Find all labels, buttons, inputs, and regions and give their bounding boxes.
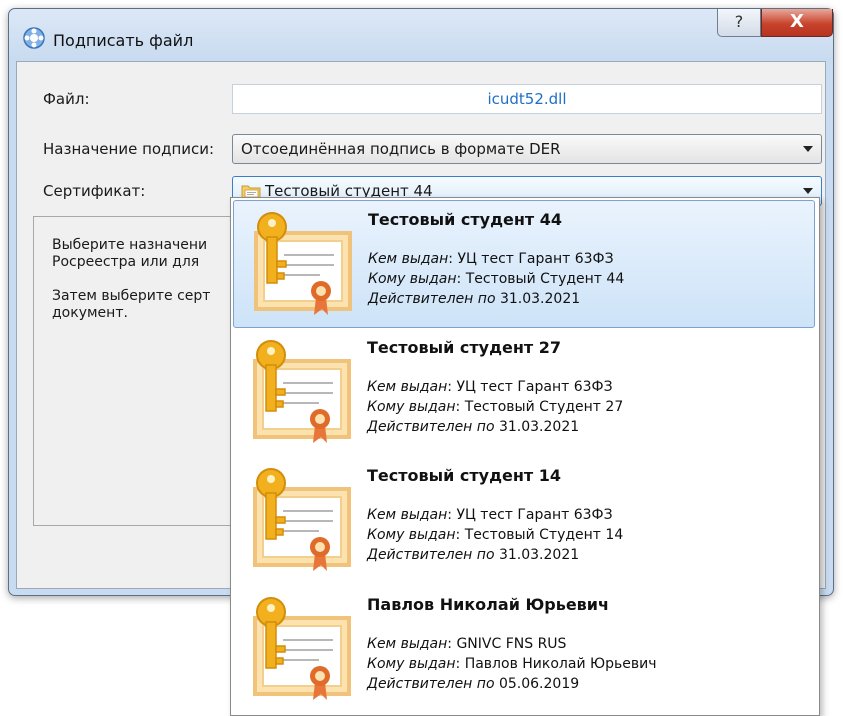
- certificate-issuer-line: Кем выдан: GNIVC FNS RUS: [367, 636, 567, 652]
- certificate-key-icon: [241, 596, 353, 704]
- info-text-line: документ.: [52, 305, 128, 321]
- certificate-option[interactable]: Тестовый студент 27 Кем выдан: УЦ тест Г…: [233, 329, 815, 457]
- purpose-label: Назначение подписи:: [43, 140, 215, 158]
- certificate-key-icon: [242, 211, 354, 319]
- purpose-select[interactable]: Отсоединённая подпись в формате DER: [232, 134, 822, 164]
- info-text-line: Росреестра или для: [52, 254, 200, 270]
- certificate-issuer-line: Кем выдан: УЦ тест Гарант 63ФЗ: [367, 507, 613, 523]
- certificate-dropdown-list[interactable]: Тестовый студент 44 Кем выдан: УЦ тест Г…: [230, 197, 820, 716]
- title-bar[interactable]: Подписать файл ? X: [9, 9, 833, 61]
- certificate-key-icon: [241, 339, 353, 447]
- certificate-owner-line: Кому выдан: Тестовый Студент 44: [368, 271, 625, 287]
- certificate-validity-line: Действителен по 31.03.2021: [367, 547, 580, 563]
- certificate-name: Тестовый студент 27: [367, 338, 562, 357]
- info-text-line: Затем выберите серт: [52, 288, 211, 304]
- certificate-option[interactable]: Павлов Николай Юрьевич Кем выдан: GNIVC …: [233, 586, 815, 714]
- certificate-key-icon: [241, 467, 353, 575]
- help-button[interactable]: ?: [717, 9, 761, 37]
- certificate-option[interactable]: Тестовый студент 14 Кем выдан: УЦ тест Г…: [233, 457, 815, 585]
- certificate-name: Павлов Николай Юрьевич: [367, 595, 609, 614]
- chevron-down-icon: [803, 146, 813, 152]
- info-text-line: Выберите назначени: [52, 237, 208, 253]
- window-title: Подписать файл: [53, 31, 194, 50]
- file-label: Файл:: [43, 90, 90, 108]
- certificate-issuer-line: Кем выдан: УЦ тест Гарант 63ФЗ: [368, 251, 614, 267]
- certificate-validity-line: Действителен по 05.06.2019: [367, 676, 580, 692]
- help-icon: ?: [734, 12, 744, 31]
- certificate-owner-line: Кому выдан: Тестовый Студент 27: [367, 399, 624, 415]
- certificate-owner-line: Кому выдан: Павлов Николай Юрьевич: [367, 656, 657, 672]
- close-icon: X: [790, 11, 804, 32]
- certificate-option[interactable]: Тестовый студент 44 Кем выдан: УЦ тест Г…: [233, 200, 815, 328]
- certificate-validity-line: Действителен по 31.03.2021: [368, 291, 581, 307]
- certificate-issuer-line: Кем выдан: УЦ тест Гарант 63ФЗ: [367, 379, 613, 395]
- certificate-name: Тестовый студент 44: [368, 210, 563, 229]
- certificate-name: Тестовый студент 14: [367, 466, 562, 485]
- certificate-label: Сертификат:: [43, 182, 146, 200]
- file-field[interactable]: icudt52.dll: [232, 84, 822, 114]
- certificate-owner-line: Кому выдан: Тестовый Студент 14: [367, 527, 624, 543]
- app-icon: [23, 27, 45, 49]
- purpose-selected-value: Отсоединённая подпись в формате DER: [241, 140, 561, 158]
- chevron-down-icon: [803, 188, 813, 194]
- close-button[interactable]: X: [761, 9, 833, 37]
- certificate-validity-line: Действителен по 31.03.2021: [367, 419, 580, 435]
